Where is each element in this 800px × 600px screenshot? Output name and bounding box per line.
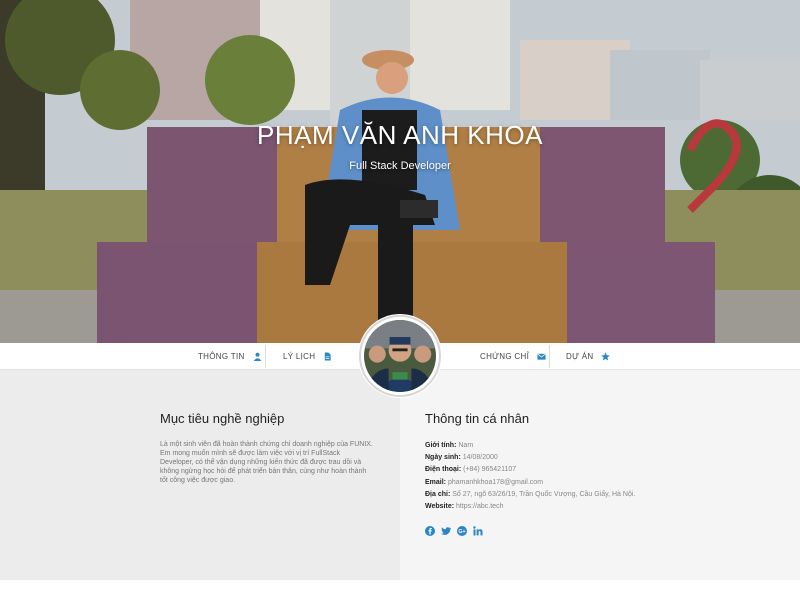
star-icon: [601, 352, 611, 361]
svg-text:G+: G+: [458, 529, 465, 535]
nav-item-label: THÔNG TIN: [198, 352, 245, 361]
info-value[interactable]: https://abc.tech: [456, 503, 503, 510]
twitter-icon[interactable]: [441, 526, 451, 536]
career-objective-section: Mục tiêu nghề nghiệp Là một sinh viên đã…: [0, 370, 400, 580]
nav-item-info[interactable]: THÔNG TIN: [198, 343, 262, 370]
google-plus-icon[interactable]: G+: [457, 526, 467, 536]
info-row-birthdate: Ngày sinh: 14/08/2000: [425, 452, 785, 464]
info-value: phamanhkhoa178@gmail.com: [447, 478, 544, 486]
nav-divider: [549, 345, 550, 368]
hero-banner: PHẠM VĂN ANH KHOA Full Stack Developer: [0, 0, 800, 343]
info-value: 14/08/2000: [462, 454, 498, 462]
nav-item-label: CHỨNG CHỈ: [480, 352, 530, 361]
document-icon: [325, 352, 331, 361]
nav-item-certificates[interactable]: CHỨNG CHỈ: [480, 343, 546, 370]
avatar: [359, 315, 441, 397]
info-label: Địa chỉ:: [425, 490, 451, 498]
nav-divider: [265, 345, 266, 368]
nav-item-resume[interactable]: LÝ LỊCH: [283, 343, 332, 370]
info-row-website: Website: https://abc.tech: [425, 501, 785, 513]
profile-role: Full Stack Developer: [349, 160, 451, 172]
info-label: Email:: [425, 478, 447, 486]
career-objective-text: Là một sinh viên đã hoàn thành chứng chỉ…: [160, 441, 373, 484]
info-row-email: Email: phamanhkhoa178@gmail.com: [425, 477, 785, 489]
envelope-icon: [537, 353, 546, 360]
avatar-photo: [364, 320, 436, 392]
nav-item-label: DỰ ÁN: [566, 352, 594, 361]
info-row-phone: Điện thoại: (+84) 965421107: [425, 464, 785, 476]
personal-info-title: Thông tin cá nhân: [425, 411, 530, 426]
info-label: Điện thoại:: [425, 466, 462, 474]
info-value: (+84) 965421107: [463, 466, 517, 474]
info-row-gender: Giới tính: Nam: [425, 440, 785, 452]
info-label: Giới tính:: [425, 442, 457, 449]
facebook-icon[interactable]: [425, 526, 435, 536]
info-row-address: Địa chỉ: Số 27, ngõ 63/26/19, Trần Quốc …: [425, 489, 785, 501]
info-label: Website:: [425, 503, 455, 511]
info-value: Số 27, ngõ 63/26/19, Trần Quốc Vượng, Cầ…: [452, 490, 636, 498]
info-value: Nam: [458, 442, 474, 449]
page-footer: [0, 580, 800, 600]
nav-item-projects[interactable]: DỰ ÁN: [566, 343, 611, 370]
personal-info-list: Giới tính: Nam Ngày sinh: 14/08/2000 Điệ…: [425, 440, 785, 513]
info-label: Ngày sinh:: [425, 454, 461, 462]
linkedin-icon[interactable]: [473, 526, 483, 536]
social-links: G+: [425, 526, 483, 536]
nav-item-label: LÝ LỊCH: [283, 352, 316, 361]
profile-content: Mục tiêu nghề nghiệp Là một sinh viên đã…: [0, 370, 800, 580]
user-icon: [253, 352, 261, 361]
career-objective-title: Mục tiêu nghề nghiệp: [160, 411, 285, 426]
personal-info-section: Thông tin cá nhân Giới tính: Nam Ngày si…: [400, 370, 800, 580]
profile-name: PHẠM VĂN ANH KHOA: [257, 120, 543, 150]
